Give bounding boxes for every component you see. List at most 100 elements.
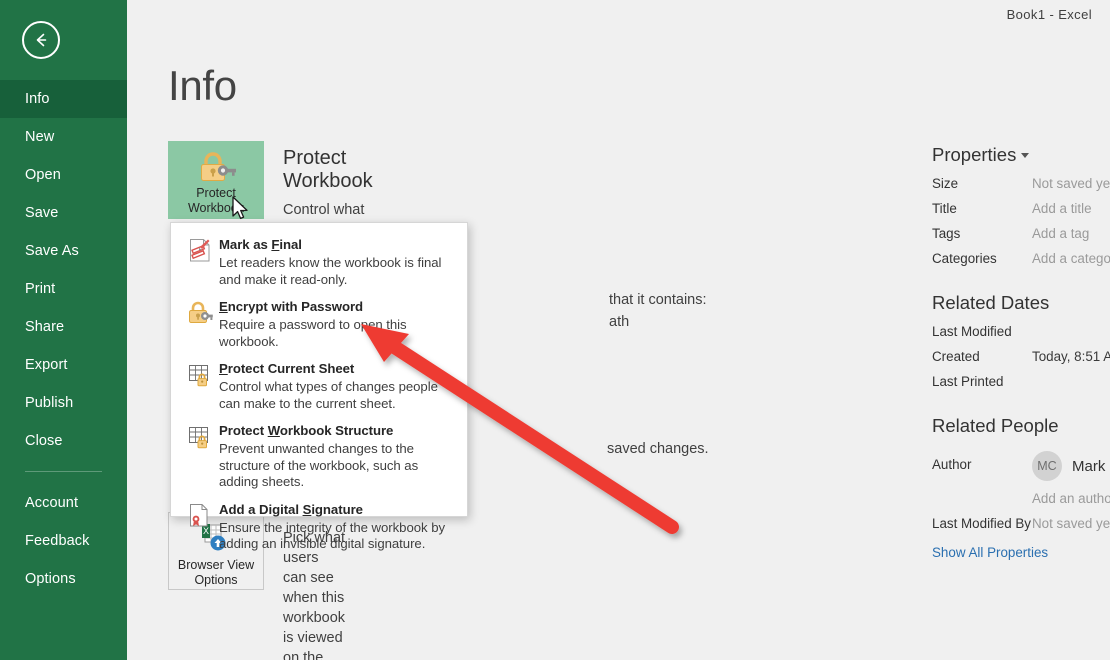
add-author-field[interactable]: Add an author (1032, 491, 1110, 506)
title-pre: Mark as (219, 237, 272, 252)
menu-item-protect-current-sheet[interactable]: Protect Current Sheet Control what types… (171, 355, 467, 417)
author-row: Author MC Mark Coppock (932, 447, 1110, 481)
property-value[interactable]: Add a tag (1032, 226, 1089, 241)
sidebar-item-label: New (25, 129, 55, 145)
property-key: Last Printed (932, 374, 1004, 389)
workbook-lock-icon (183, 422, 217, 491)
sidebar-item-open[interactable]: Open (0, 156, 127, 194)
property-key: Categories (932, 251, 997, 266)
property-value[interactable]: Not saved yet (1032, 176, 1110, 191)
title-pre: Add a Digital (219, 501, 303, 517)
author-chip[interactable]: MC Mark Coppock (1032, 451, 1110, 481)
title-post: orkbook Structure (279, 423, 394, 438)
title-accelerator: S (302, 501, 312, 517)
sidebar-item-label: Feedback (25, 533, 90, 549)
show-all-properties-link[interactable]: Show All Properties (932, 545, 1048, 560)
padlock-key-icon (196, 148, 236, 186)
menu-item-title: Add a Digital Signature (219, 502, 363, 517)
menu-item-title: Encrypt with Password (219, 299, 363, 314)
sidebar-item-account[interactable]: Account (0, 484, 127, 522)
browser-view-button-line2: Options (194, 573, 238, 587)
title-accelerator: W (267, 423, 280, 438)
sidebar-item-new[interactable]: New (0, 118, 127, 156)
padlock-key-icon (183, 298, 217, 350)
menu-item-mark-as-final[interactable]: Mark as Final Let readers know the workb… (171, 231, 467, 293)
properties-heading[interactable]: Properties (932, 144, 1110, 166)
backstage-nav-list: Info New Open Save Save As Print Share E… (0, 80, 127, 598)
sidebar-item-info[interactable]: Info (0, 80, 127, 118)
author-name: Mark Coppock (1072, 457, 1110, 475)
related-date-row-last-modified: Last Modified (932, 324, 1110, 339)
menu-item-description: Ensure the integrity of the workbook by … (219, 519, 446, 552)
sidebar-item-label: Print (25, 281, 56, 297)
property-value: Not saved yet (1032, 516, 1110, 531)
property-row-categories: Categories Add a category (932, 251, 1110, 266)
sidebar-item-label: Share (25, 319, 65, 335)
window-title: Book1 - Excel (1006, 7, 1092, 22)
property-row-size: Size Not saved yet (932, 176, 1110, 191)
manage-workbook-desc-fragment-1: saved changes. (607, 441, 709, 457)
property-key: Title (932, 201, 957, 216)
properties-pane: Properties Size Not saved yet Title Add … (932, 144, 1110, 562)
avatar: MC (1032, 451, 1062, 481)
sidebar-item-publish[interactable]: Publish (0, 384, 127, 422)
sidebar-item-label: Close (25, 433, 63, 449)
back-button[interactable] (22, 21, 60, 59)
sidebar-item-export[interactable]: Export (0, 346, 127, 384)
title-post: rotect Current Sheet (227, 361, 355, 376)
back-arrow-icon (31, 30, 51, 50)
related-dates-heading: Related Dates (932, 292, 1050, 313)
sidebar-item-options[interactable]: Options (0, 560, 127, 598)
sidebar-item-label: Publish (25, 395, 74, 411)
menu-item-encrypt-with-password[interactable]: Encrypt with Password Require a password… (171, 293, 467, 355)
menu-item-description: Control what types of changes people can… (219, 379, 438, 411)
title-post: inal (279, 237, 302, 252)
menu-item-description: Require a password to open this workbook… (219, 317, 407, 349)
property-row-tags: Tags Add a tag (932, 226, 1110, 241)
sidebar-item-save[interactable]: Save (0, 194, 127, 232)
add-author-row: Add an author (932, 491, 1110, 506)
title-accelerator: P (219, 361, 228, 376)
related-date-row-created: Created Today, 8:51 AM (932, 349, 1110, 364)
property-key: Author (932, 456, 972, 472)
menu-item-body: Add a Digital Signature Ensure the integ… (217, 501, 457, 553)
digital-signature-icon (183, 501, 217, 553)
property-key: Last Modified (932, 324, 1012, 339)
menu-item-body: Protect Workbook Structure Prevent unwan… (217, 422, 457, 491)
menu-item-description: Prevent unwanted changes to the structur… (219, 441, 419, 489)
title-post: ncrypt with Password (227, 299, 364, 314)
excel-backstage-info-screen: Info New Open Save Save As Print Share E… (0, 0, 1110, 660)
properties-heading-label: Properties (932, 144, 1017, 165)
sidebar-divider (25, 471, 102, 472)
property-value[interactable]: Add a category (1032, 251, 1110, 266)
property-key: Size (932, 176, 959, 191)
menu-item-title: Mark as Final (219, 237, 302, 252)
sidebar-item-label: Save (25, 205, 59, 221)
property-value: Today, 8:51 AM (1032, 349, 1110, 364)
protect-button-line1: Protect (196, 186, 236, 200)
sidebar-item-label: Account (25, 495, 79, 511)
sidebar-item-label: Info (25, 91, 50, 107)
last-modified-by-row: Last Modified By Not saved yet (932, 516, 1110, 531)
menu-item-add-digital-signature[interactable]: Add a Digital Signature Ensure the integ… (171, 496, 467, 558)
sidebar-item-print[interactable]: Print (0, 270, 127, 308)
sidebar-item-share[interactable]: Share (0, 308, 127, 346)
sidebar-item-label: Save As (25, 243, 79, 259)
browser-view-button-line1: Browser View (177, 558, 255, 572)
property-key: Tags (932, 226, 961, 241)
property-value[interactable]: Add a title (1032, 201, 1092, 216)
sidebar-item-feedback[interactable]: Feedback (0, 522, 127, 560)
protect-workbook-dropdown-menu: Mark as Final Let readers know the workb… (170, 222, 468, 551)
chevron-down-icon (1021, 153, 1030, 158)
menu-item-protect-workbook-structure[interactable]: Protect Workbook Structure Prevent unwan… (171, 417, 467, 496)
sidebar-item-close[interactable]: Close (0, 422, 127, 460)
inspect-workbook-desc-fragment-2: ath (609, 314, 630, 330)
mouse-cursor (232, 196, 248, 220)
backstage-sidebar: Info New Open Save Save As Print Share E… (0, 0, 127, 660)
sidebar-item-label: Options (25, 571, 76, 587)
mark-as-final-icon (183, 236, 217, 288)
sidebar-item-save-as[interactable]: Save As (0, 232, 127, 270)
inspect-workbook-desc-fragment-1: that it contains: (609, 292, 707, 308)
sidebar-item-label: Export (25, 357, 68, 373)
manage-workbook-partial-text: saved changes. (607, 432, 709, 459)
